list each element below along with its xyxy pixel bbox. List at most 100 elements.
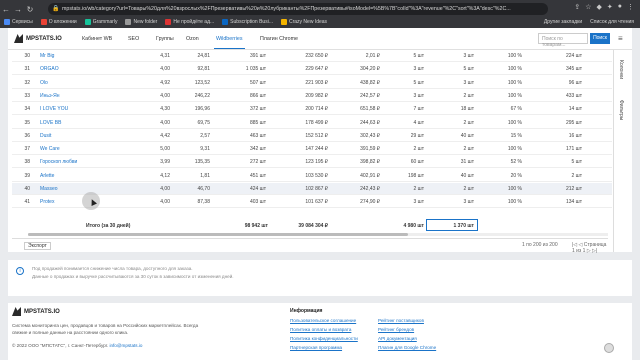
product-name-link[interactable]: Olo [40,80,90,86]
table-cell: 171 шт [565,146,582,153]
table-row[interactable]: 34 I LOVE YOU 4,30 196,96 372 шт 200 714 ₽ 651… [12,103,612,116]
tab-columns[interactable]: Колонки [618,60,624,79]
nav-groups[interactable]: Группы [156,36,174,42]
table-cell: 232 650 ₽ [305,53,328,59]
bookmark-item[interactable]: New folder [125,19,157,25]
chat-widget-icon[interactable] [604,343,614,353]
table-cell: 24,81 [197,53,210,59]
table-cell: 87,38 [197,199,210,206]
nav-chrome-plugin[interactable]: Плагин Chrome [260,36,298,42]
reload-icon[interactable]: ↻ [24,5,36,14]
table-row[interactable]: 40 Masseo 4,00 46,70 424 шт 102 867 ₽ 242,43 ₽… [12,183,612,195]
kebab-menu-icon[interactable]: ⋮ [627,3,634,11]
product-name-link[interactable]: LOVE BB [40,120,90,126]
product-name-link[interactable]: ORGAO [40,66,90,72]
nav-ozon[interactable]: Ozon [186,36,199,42]
nav-seo[interactable]: SEO [128,36,139,42]
footer-link[interactable]: Политика конфиденциальности [290,336,358,341]
export-button[interactable]: Экспорт [24,242,51,250]
table-cell: 20 % [510,172,522,179]
bookmark-item[interactable]: Crazy New Ideas [280,19,327,25]
bookmark-item[interactable]: Subscription Busi... [222,19,273,25]
table-row[interactable]: 32 Olo 4,92 123,52 507 шт 221 903 ₽ 438,82 ₽ 5 … [12,77,612,89]
table-row[interactable]: 38 Гороскоп любви 3,99 135,35 272 шт 123 195 … [12,156,612,169]
footer-link[interactable]: Пользовательское соглашение [290,318,356,323]
table-cell: 2 шт [413,146,424,153]
footer-link[interactable]: Партнерская программа [290,345,342,350]
puzzle-icon[interactable]: ✦ [607,3,613,11]
table-cell: 60 шт [410,159,424,166]
pagination[interactable]: |◁ ◁ Страница 1 из 1 ▷ ▷| [572,242,608,254]
mouse-cursor [82,192,100,210]
table-cell: 5 шт [413,53,424,59]
table-row[interactable]: 30 Mr Big 4,31 24,81 391 шт 232 650 ₽ 2,01 ₽ 5 … [12,50,612,62]
profile-icon[interactable]: ● [618,3,622,11]
product-name-link[interactable]: Гороскоп любви [40,159,90,165]
nav-cabinet-wb[interactable]: Кабинет WB [82,36,112,42]
other-bookmarks[interactable]: Другие закладки [544,19,582,25]
footer-email[interactable]: info@mpstats.io [109,343,142,348]
bookmark-item[interactable]: Не пройдёте ад... [165,19,214,25]
bookmark-item[interactable]: О вложении [40,19,77,25]
product-name-link[interactable]: Masseo [40,186,90,192]
back-icon[interactable]: ← [0,5,12,14]
star-icon[interactable]: ☆ [585,3,591,11]
extension-icon[interactable]: ◆ [597,3,602,11]
table-row[interactable]: 35 LOVE BB 4,00 69,75 885 шт 178 499 ₽ 244,63 … [12,117,612,129]
reading-list[interactable]: Список для чтения [590,19,634,25]
table-cell: 2 шт [571,172,582,179]
table-row[interactable]: 33 Иньэ-Ян 4,00 246,22 866 шт 209 982 ₽ 242,57… [12,90,612,102]
product-name-link[interactable]: Dusit [40,133,90,139]
scrollbar-thumb[interactable] [28,233,408,236]
product-name-link[interactable]: I LOVE YOU [40,106,90,112]
product-name-link[interactable]: Иньэ-Ян [40,93,90,99]
share-icon[interactable]: ⇪ [574,3,580,11]
footer-link[interactable]: Рейтинг брендов [378,327,414,332]
footer-link[interactable]: Плагин для Google Chrome [378,345,436,350]
table-cell: 96 шт [568,79,582,86]
table-cell: 345 шт [565,66,582,73]
table-cell: 196,96 [194,106,210,113]
table-cell: 4,00 [160,186,170,192]
footer-link[interactable]: API документация [378,336,417,341]
site-logo[interactable]: MPSTATS.IO [14,34,62,43]
search-input[interactable]: Поиск по товарам... [538,33,588,48]
footer-link[interactable]: Политика оплаты и возврата [290,327,351,332]
table-cell: 342 шт [249,146,266,153]
nav-wildberries[interactable]: Wildberries [214,36,244,49]
address-bar[interactable]: 🔒 mpstats.io/wb/category?url=Товары%20дл… [48,3,548,15]
product-name-link[interactable]: We Care [40,146,90,152]
note-line: Данные о продажах и выручке рассчитывают… [32,274,234,279]
forward-icon[interactable]: → [12,5,24,14]
horizontal-scrollbar[interactable] [28,233,608,236]
table-row[interactable]: 39 Arlette 4,12 1,81 451 шт 103 530 ₽ 402,91 ₽… [12,170,612,182]
table-cell: 100 % [507,146,522,153]
search-button[interactable]: Поиск [590,33,610,44]
grammarly-icon [84,19,91,25]
table-cell: 246,22 [194,92,210,99]
table-cell: 372 шт [249,106,266,113]
menu-icon[interactable]: ≡ [618,34,623,43]
footer-logo[interactable]: MPSTATS.IO [12,307,60,316]
table-cell: 100 % [507,92,522,99]
footer-link[interactable]: Рейтинг поставщиков [378,318,424,323]
top-navigation: MPSTATS.IO Кабинет WB SEO Группы Ozon Wi… [8,28,632,50]
table-cell: 103 530 ₽ [305,172,328,179]
table-cell: 100 % [507,66,522,73]
table-row[interactable]: 37 We Care 5,00 9,31 342 шт 147 244 ₽ 391,59 ₽… [12,143,612,156]
bookmark-item[interactable]: Grammarly [84,19,117,25]
product-name-link[interactable]: Mr Big [40,53,90,59]
bookmark-item[interactable]: Сервисы [4,19,33,25]
table-cell: 100 % [507,79,522,86]
table-cell: 178 499 ₽ [305,119,328,126]
tab-filters[interactable]: Фильтры [618,100,624,120]
table-cell: 391,59 ₽ [360,146,380,153]
table-cell: 4,42 [160,132,170,139]
table-row[interactable]: 31 ORGAO 4,00 92,81 1 035 шт 229 647 ₽ 304,20 … [12,63,612,76]
table-row[interactable]: 36 Dusit 4,42 2,57 463 шт 152 512 ₽ 302,43 ₽ 29… [12,130,612,142]
product-name-link[interactable]: Arlette [40,173,90,179]
total-revenue: 39 084 304 ₽ [298,223,328,229]
table-row[interactable]: 41 Protex 4,00 87,38 403 шт 101 637 ₽274,90 ₽… [12,196,612,209]
products-table: 30 Mr Big 4,31 24,81 391 шт 232 650 ₽ 2,01 ₽ 5 … [8,50,613,254]
table-cell: 37 [24,146,30,153]
